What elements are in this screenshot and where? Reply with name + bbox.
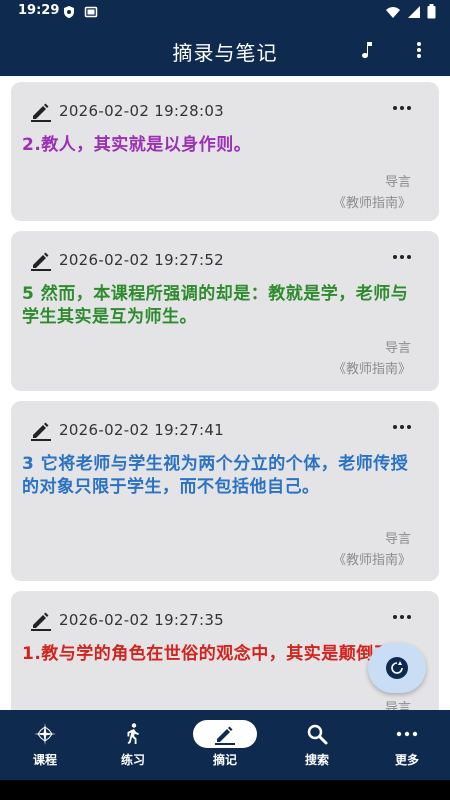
note-chapter: 导言 bbox=[384, 175, 411, 190]
nav-item-courses[interactable]: 课程 bbox=[0, 710, 90, 780]
wifi-icon bbox=[386, 6, 400, 18]
more-horizontal-icon[interactable] bbox=[391, 249, 413, 265]
pencil-icon bbox=[31, 103, 51, 122]
pencil-icon bbox=[31, 422, 51, 441]
status-bar: 19:29 bbox=[0, 0, 450, 24]
more-horizontal-icon[interactable] bbox=[391, 609, 413, 625]
nav-item-practice[interactable]: 练习 bbox=[88, 710, 178, 780]
note-card[interactable]: 2026-02-02 19:27:52 5 然而，本课程所强调的却是：教就是学，… bbox=[11, 231, 439, 391]
bottom-nav: 课程 练习 摘记 搜索 更多 bbox=[0, 710, 450, 780]
note-header: 2026-02-02 19:27:52 bbox=[29, 248, 224, 272]
note-chapter: 导言 bbox=[384, 532, 411, 547]
music-note-icon[interactable] bbox=[356, 38, 380, 62]
system-navigation-bar bbox=[0, 780, 450, 800]
note-header: 2026-02-02 19:28:03 bbox=[29, 99, 224, 123]
pencil-icon bbox=[215, 726, 235, 745]
refresh-fab[interactable] bbox=[368, 643, 426, 693]
note-card[interactable]: 2026-02-02 19:27:41 3 它将老师与学生视为两个分立的个体，老… bbox=[11, 401, 439, 581]
status-time: 19:29 bbox=[18, 3, 60, 18]
nav-item-search[interactable]: 搜索 bbox=[272, 710, 362, 780]
status-notification-icons bbox=[62, 5, 98, 19]
note-timestamp: 2026-02-02 19:28:03 bbox=[59, 102, 225, 120]
note-text: 5 然而，本课程所强调的却是：教就是学，老师与学生其实是互为师生。 bbox=[22, 284, 409, 327]
search-icon bbox=[307, 724, 328, 745]
note-chapter: 导言 bbox=[384, 341, 411, 356]
refresh-icon bbox=[386, 657, 408, 679]
nav-label: 更多 bbox=[394, 753, 419, 767]
pencil-icon bbox=[31, 612, 51, 631]
nav-item-more[interactable]: 更多 bbox=[362, 710, 450, 780]
page-title: 摘录与笔记 bbox=[172, 41, 278, 65]
signal-icon bbox=[408, 5, 420, 18]
nav-label: 搜索 bbox=[304, 753, 329, 767]
status-system-icons bbox=[385, 4, 436, 19]
more-vertical-icon[interactable] bbox=[407, 38, 431, 62]
note-book: 《教师指南》 bbox=[332, 196, 411, 211]
nav-active-indicator bbox=[193, 720, 257, 748]
more-horizontal-icon bbox=[396, 731, 418, 737]
more-horizontal-icon[interactable] bbox=[391, 100, 413, 116]
note-timestamp: 2026-02-02 19:27:52 bbox=[59, 251, 225, 269]
nav-label: 练习 bbox=[120, 753, 145, 767]
note-text: 3 它将老师与学生视为两个分立的个体，老师传授的对象只限于学生，而不包括他自己。 bbox=[22, 454, 409, 497]
note-timestamp: 2026-02-02 19:27:41 bbox=[59, 421, 225, 439]
note-timestamp: 2026-02-02 19:27:35 bbox=[59, 611, 225, 629]
sparkle-icon bbox=[34, 723, 56, 745]
shield-icon bbox=[64, 6, 74, 18]
note-header: 2026-02-02 19:27:35 bbox=[29, 608, 224, 632]
note-chapter: 导言 bbox=[384, 701, 411, 710]
tablet-icon bbox=[84, 6, 98, 18]
pencil-icon bbox=[31, 252, 51, 271]
walk-icon bbox=[127, 723, 139, 744]
nav-label: 摘记 bbox=[212, 753, 237, 767]
battery-icon bbox=[427, 4, 436, 19]
nav-item-notes[interactable]: 摘记 bbox=[180, 710, 270, 780]
note-header: 2026-02-02 19:27:41 bbox=[29, 418, 224, 442]
note-text: 1.教与学的角色在世俗的观念中，其实是颠倒了。 bbox=[22, 644, 409, 664]
notes-list[interactable]: 2026-02-02 19:28:03 2.教人，其实就是以身作则。 导言 《教… bbox=[0, 76, 450, 710]
note-book: 《教师指南》 bbox=[332, 362, 411, 377]
app-bar: 摘录与笔记 bbox=[0, 24, 450, 76]
more-horizontal-icon[interactable] bbox=[391, 419, 413, 435]
note-text: 2.教人，其实就是以身作则。 bbox=[22, 135, 252, 155]
nav-label: 课程 bbox=[32, 753, 57, 767]
note-card[interactable]: 2026-02-02 19:28:03 2.教人，其实就是以身作则。 导言 《教… bbox=[11, 82, 439, 221]
note-book: 《教师指南》 bbox=[332, 553, 411, 568]
